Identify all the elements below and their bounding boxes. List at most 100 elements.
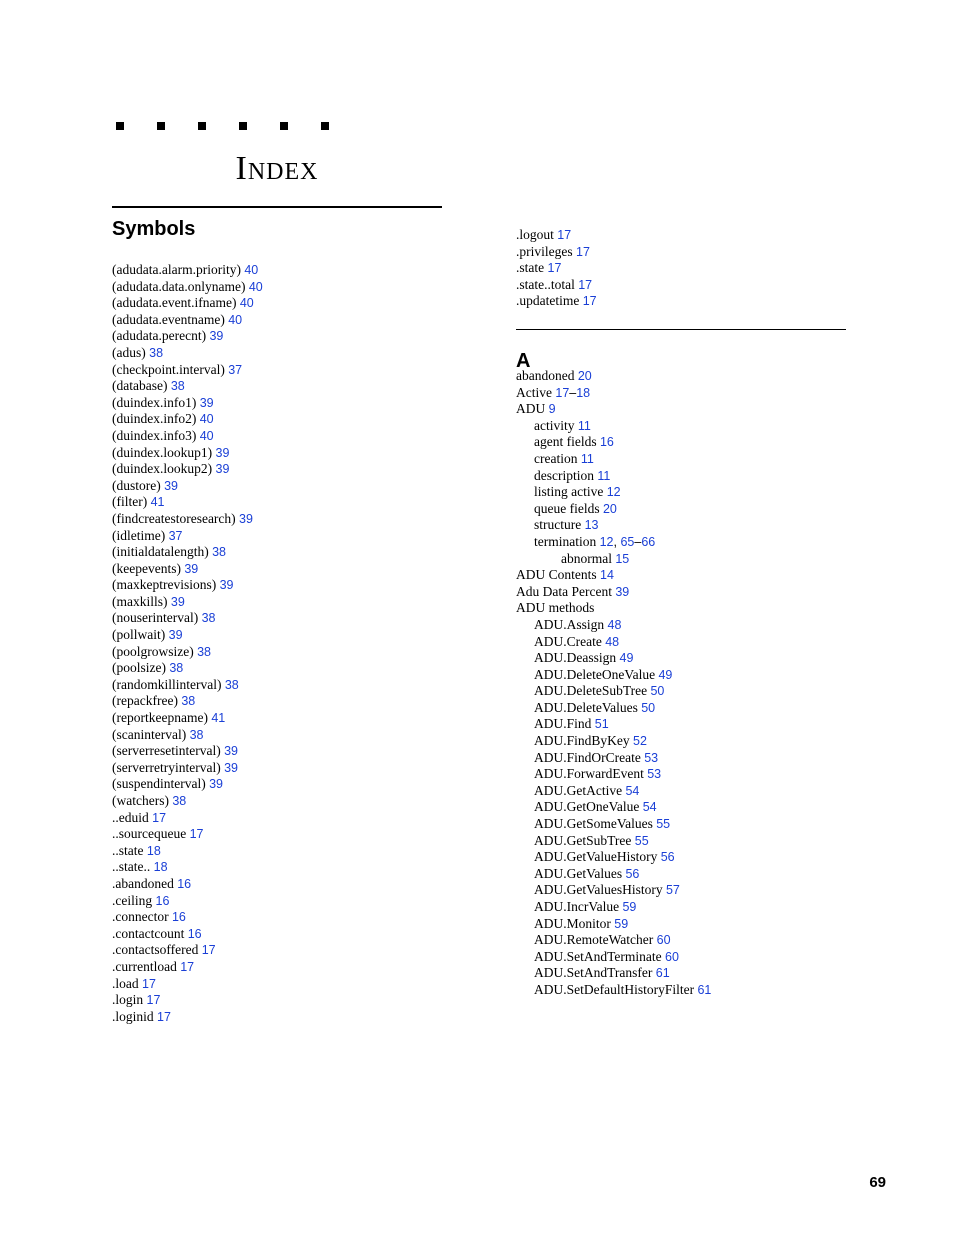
page-link[interactable]: 37 <box>169 529 183 543</box>
page-link[interactable]: 41 <box>151 495 165 509</box>
page-link[interactable]: 11 <box>597 469 610 483</box>
page-link[interactable]: 39 <box>216 462 230 476</box>
page-link[interactable]: 38 <box>172 794 186 808</box>
page-link[interactable]: 50 <box>641 701 655 715</box>
page-link[interactable]: 15 <box>615 552 629 566</box>
page-link[interactable]: 9 <box>549 402 556 416</box>
page-link[interactable]: 54 <box>643 800 657 814</box>
index-term: ADU.FindByKey <box>534 733 630 748</box>
page-link[interactable]: 55 <box>635 834 649 848</box>
page-link[interactable]: 66 <box>641 535 655 549</box>
page-link[interactable]: 11 <box>578 419 591 433</box>
page-link[interactable]: 16 <box>156 894 170 908</box>
index-entry: ADU.DeleteValues 50 <box>516 700 886 717</box>
page-link[interactable]: 38 <box>212 545 226 559</box>
page-link[interactable]: 59 <box>614 917 628 931</box>
page-link[interactable]: 12 <box>607 485 621 499</box>
page-link[interactable]: 61 <box>656 966 670 980</box>
page-link[interactable]: 17 <box>157 1010 171 1024</box>
page-link[interactable]: 17 <box>147 993 161 1007</box>
index-entry: Adu Data Percent 39 <box>516 584 886 601</box>
page-link[interactable]: 14 <box>600 568 614 582</box>
page-link[interactable]: 41 <box>211 711 225 725</box>
page-link[interactable]: 40 <box>228 313 242 327</box>
page-link[interactable]: 50 <box>650 684 664 698</box>
page-link[interactable]: 16 <box>172 910 186 924</box>
page-link[interactable]: 17 <box>578 278 592 292</box>
page-link[interactable]: 17 <box>557 228 571 242</box>
page-link[interactable]: 38 <box>171 379 185 393</box>
page-link[interactable]: 39 <box>209 329 223 343</box>
page-link[interactable]: 16 <box>600 435 614 449</box>
index-entry: ADU.DeleteSubTree 50 <box>516 683 886 700</box>
page-link[interactable]: 38 <box>149 346 163 360</box>
page-link[interactable]: 40 <box>244 263 258 277</box>
page-link[interactable]: 38 <box>181 694 195 708</box>
index-term: (idletime) <box>112 528 165 543</box>
page-link[interactable]: 53 <box>647 767 661 781</box>
page-link[interactable]: 57 <box>666 883 680 897</box>
page-link[interactable]: 39 <box>209 777 223 791</box>
page-link[interactable]: 39 <box>171 595 185 609</box>
page-link[interactable]: 17 <box>142 977 156 991</box>
page-link[interactable]: 16 <box>188 927 202 941</box>
page-link[interactable]: 38 <box>197 645 211 659</box>
page-link[interactable]: 39 <box>216 446 230 460</box>
page-link[interactable]: 60 <box>657 933 671 947</box>
page-link[interactable]: 38 <box>202 611 216 625</box>
page-link[interactable]: 18 <box>154 860 168 874</box>
index-entry: listing active 12 <box>516 484 886 501</box>
page-link[interactable]: 48 <box>608 618 622 632</box>
page-link[interactable]: 39 <box>224 744 238 758</box>
page-link[interactable]: 17 <box>190 827 204 841</box>
page-link[interactable]: 17 <box>555 386 569 400</box>
page-link[interactable]: 52 <box>633 734 647 748</box>
page-link[interactable]: 53 <box>644 751 658 765</box>
page-link[interactable]: 59 <box>622 900 636 914</box>
page-link[interactable]: 40 <box>249 280 263 294</box>
page-link[interactable]: 18 <box>576 386 590 400</box>
page-link[interactable]: 39 <box>184 562 198 576</box>
page-link[interactable]: 39 <box>169 628 183 642</box>
page-link[interactable]: 39 <box>239 512 253 526</box>
page-link[interactable]: 38 <box>190 728 204 742</box>
page-link[interactable]: 48 <box>605 635 619 649</box>
page-link[interactable]: 20 <box>578 369 592 383</box>
page-link[interactable]: 56 <box>661 850 675 864</box>
page-link[interactable]: 60 <box>665 950 679 964</box>
page-link[interactable]: 56 <box>625 867 639 881</box>
index-entry: (adudata.event.ifname) 40 <box>112 295 462 312</box>
page-link[interactable]: 51 <box>595 717 609 731</box>
page-link[interactable]: 39 <box>615 585 629 599</box>
page-link[interactable]: 17 <box>180 960 194 974</box>
page-link[interactable]: 16 <box>177 877 191 891</box>
page-link[interactable]: 39 <box>224 761 238 775</box>
page-link[interactable]: 54 <box>625 784 639 798</box>
page-link[interactable]: 39 <box>200 396 214 410</box>
page-link[interactable]: 39 <box>220 578 234 592</box>
page-link[interactable]: 18 <box>147 844 161 858</box>
page-link[interactable]: 12 <box>600 535 614 549</box>
page-link[interactable]: 17 <box>152 811 166 825</box>
page-link[interactable]: 40 <box>240 296 254 310</box>
page-link[interactable]: 39 <box>164 479 178 493</box>
page-link[interactable]: 49 <box>620 651 634 665</box>
page-link[interactable]: 49 <box>658 668 672 682</box>
page-link[interactable]: 37 <box>228 363 242 377</box>
page-link[interactable]: 65 <box>620 535 634 549</box>
page-link[interactable]: 20 <box>603 502 617 516</box>
page-link[interactable]: 17 <box>202 943 216 957</box>
page-link[interactable]: 61 <box>697 983 711 997</box>
page-link[interactable]: 13 <box>585 518 599 532</box>
page-link[interactable]: 17 <box>576 245 590 259</box>
page-link[interactable]: 38 <box>225 678 239 692</box>
page-link[interactable]: 40 <box>200 412 214 426</box>
page-link[interactable]: 55 <box>656 817 670 831</box>
page-link[interactable]: 17 <box>583 294 597 308</box>
page-link[interactable]: 17 <box>548 261 562 275</box>
page-link[interactable]: 38 <box>169 661 183 675</box>
index-term: queue fields <box>534 501 600 516</box>
page-link[interactable]: 40 <box>200 429 214 443</box>
index-entry: ADU.SetAndTransfer 61 <box>516 965 886 982</box>
page-link[interactable]: 11 <box>581 452 594 466</box>
